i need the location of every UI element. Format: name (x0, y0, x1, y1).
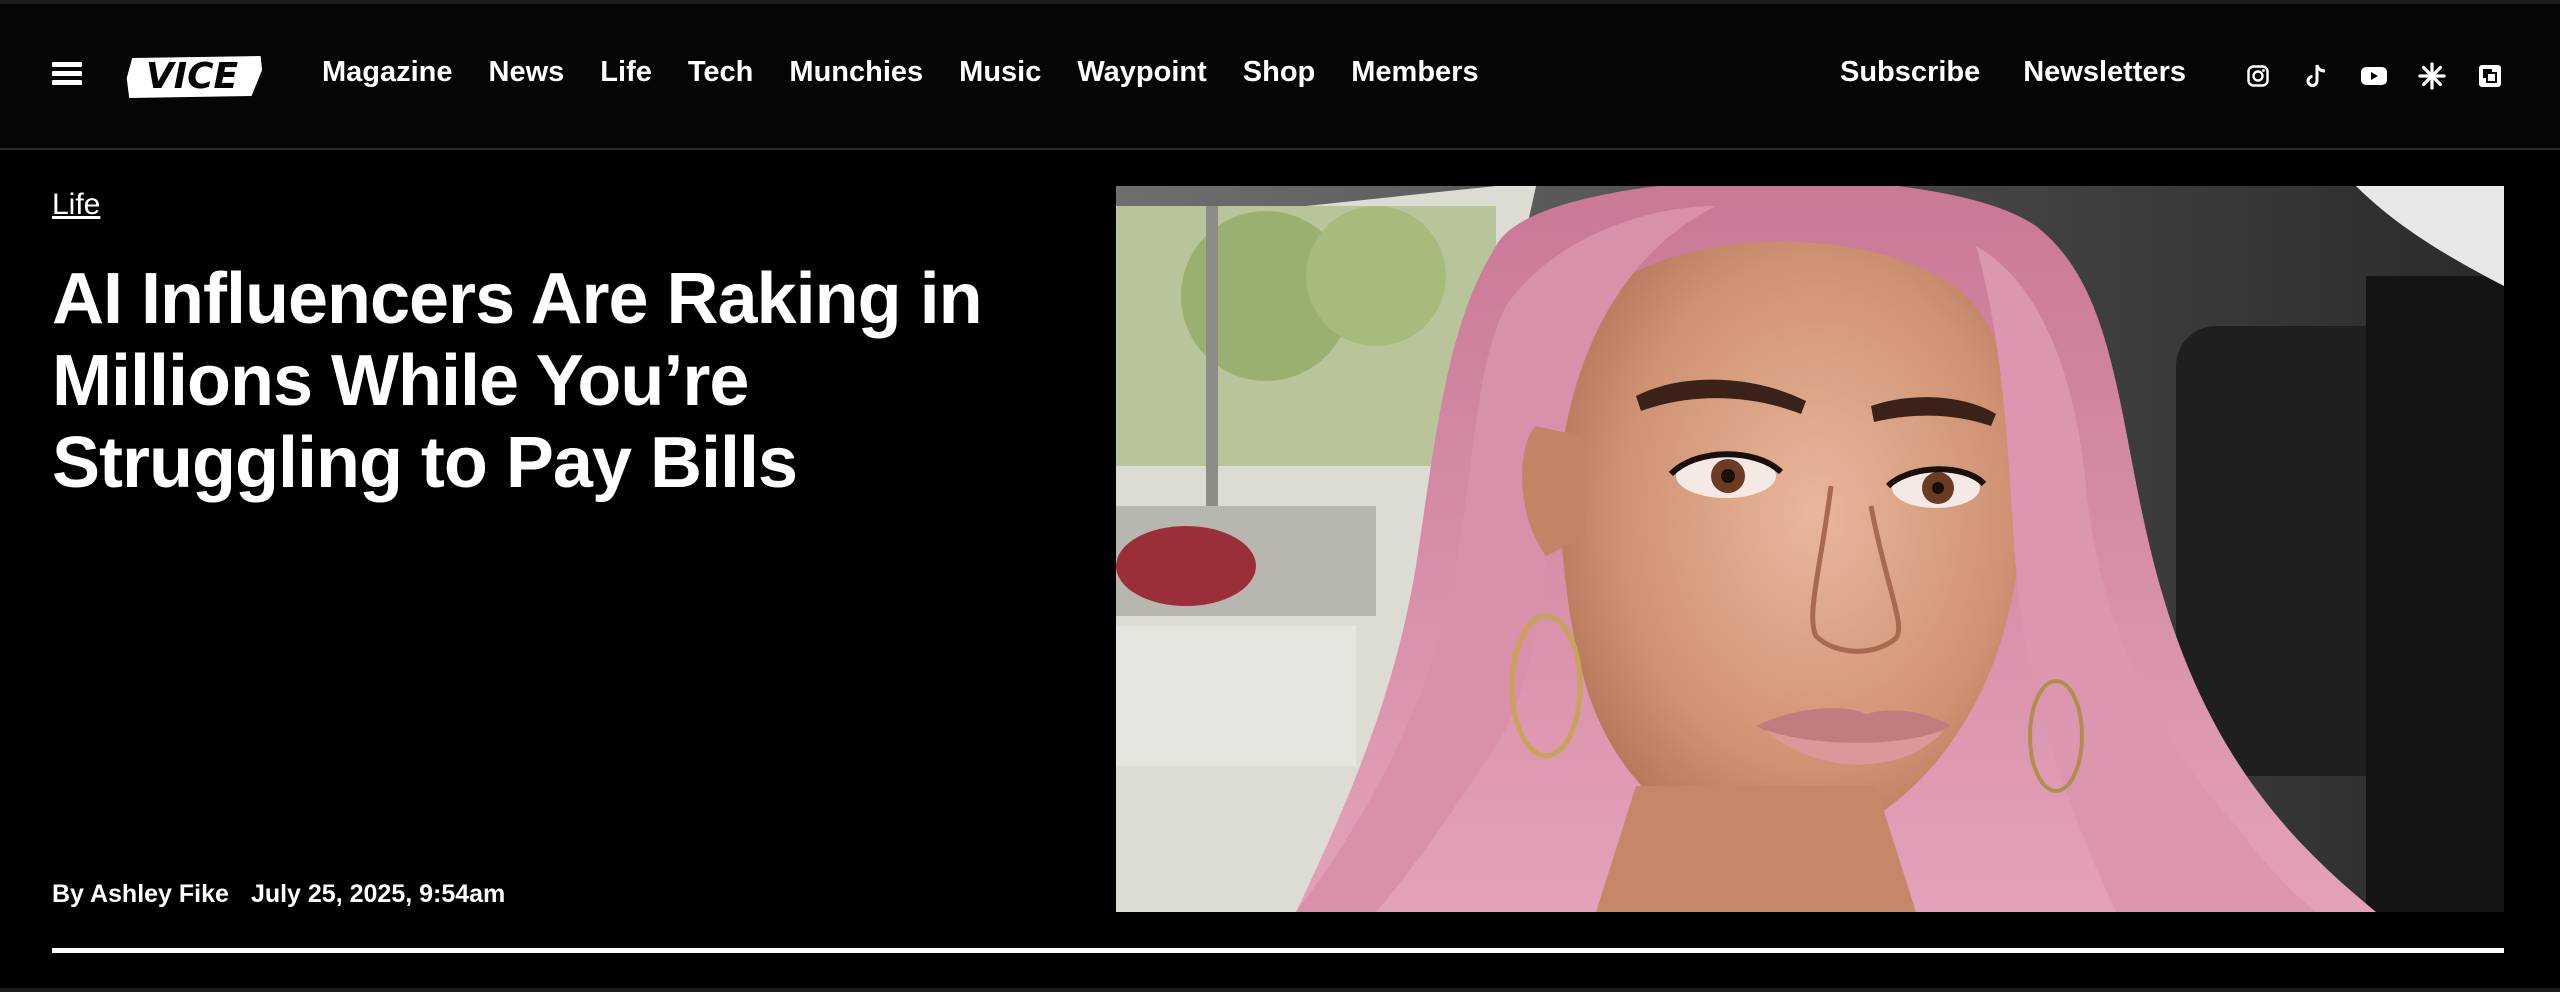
social-links (2244, 62, 2504, 90)
instagram-icon[interactable] (2244, 62, 2272, 90)
youtube-icon[interactable] (2360, 62, 2388, 90)
secondary-nav: Subscribe Newsletters (1840, 56, 2229, 89)
nav-news[interactable]: News (489, 56, 565, 89)
headline-line-3: Struggling to Pay Bills (52, 423, 798, 503)
portrait-illustration (1116, 186, 2504, 912)
bottom-border (0, 988, 2560, 992)
hero-image (1116, 186, 2504, 912)
nav-members[interactable]: Members (1351, 56, 1478, 89)
nav-life[interactable]: Life (600, 56, 652, 89)
asterisk-icon[interactable] (2418, 62, 2446, 90)
svg-text:VICE: VICE (146, 56, 239, 97)
publish-date: July 25, 2025, 9:54am (250, 880, 506, 908)
vice-logo[interactable]: VICE (122, 48, 262, 104)
flipboard-icon[interactable] (2476, 62, 2504, 90)
headline-line-1: AI Influencers Are Raking in (52, 259, 983, 339)
nav-tech[interactable]: Tech (688, 56, 754, 89)
category-link[interactable]: Life (52, 188, 100, 222)
headline-line-2: Millions While You’re (52, 341, 749, 421)
nav-munchies[interactable]: Munchies (789, 56, 923, 89)
article-headline: AI Influencers Are Raking in Millions Wh… (52, 258, 1072, 504)
nav-magazine[interactable]: Magazine (322, 56, 453, 89)
newsletters-link[interactable]: Newsletters (2023, 56, 2186, 89)
nav-waypoint[interactable]: Waypoint (1077, 56, 1206, 89)
tiktok-icon[interactable] (2302, 62, 2330, 90)
divider-rule (52, 948, 2504, 953)
primary-nav: Magazine News Life Tech Munchies Music W… (322, 56, 1515, 89)
nav-shop[interactable]: Shop (1243, 56, 1316, 89)
author-link[interactable]: By Ashley Fike (52, 880, 229, 909)
menu-icon[interactable] (52, 62, 82, 86)
byline: By Ashley Fike July 25, 2025, 9:54am (52, 880, 505, 909)
subscribe-link[interactable]: Subscribe (1840, 56, 1980, 89)
nav-music[interactable]: Music (959, 56, 1041, 89)
site-header: VICE Magazine News Life Tech Munchies Mu… (0, 4, 2560, 150)
